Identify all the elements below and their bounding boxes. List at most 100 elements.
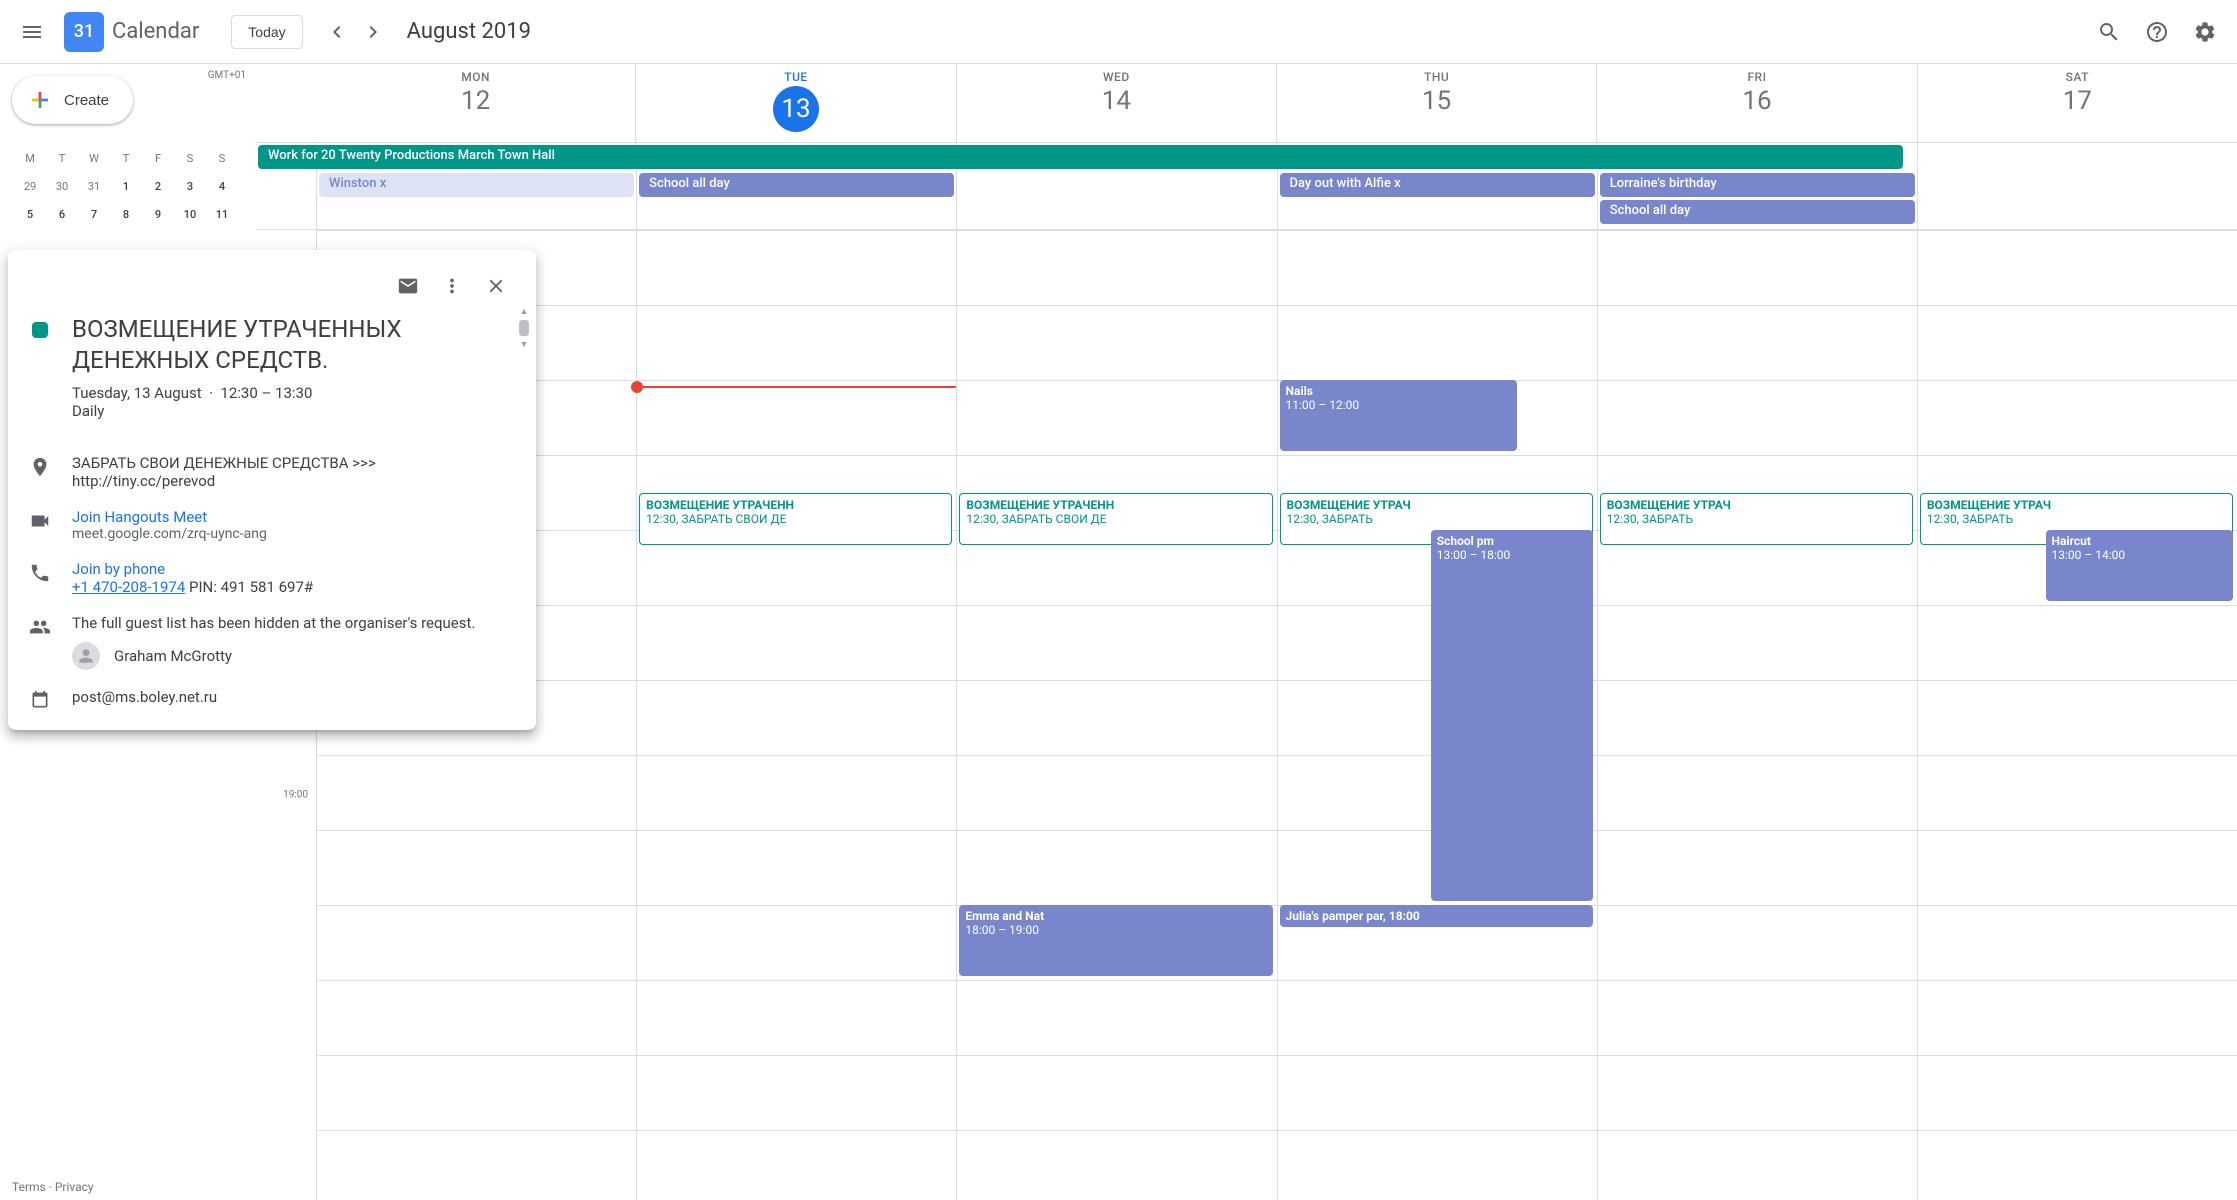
email-guests-button[interactable] [388,266,428,306]
create-button[interactable]: Create [12,76,133,124]
today-button[interactable]: Today [231,15,302,49]
guests-row: The full guest list has been hidden at t… [28,614,516,670]
day-header[interactable]: WED 14 [956,64,1276,142]
day-header[interactable]: SAT17 [1917,64,2237,142]
allday-event[interactable]: School all day [1600,200,1915,224]
calendar-event[interactable]: Haircut13:00 – 14:00 [2046,530,2234,601]
scroll-down-icon: ▼ [520,339,529,350]
help-icon [2145,20,2169,44]
meet-url: meet.google.com/zrq-uync-ang [72,526,516,542]
app-title: Calendar [112,19,199,44]
day-number: 12 [316,86,635,116]
settings-button[interactable] [2181,8,2229,56]
day-headers: MON12TUE13WED 14THU15FRI 16SAT17 [256,64,2237,143]
time-label: 19:00 [283,790,308,801]
day-header[interactable]: TUE13 [635,64,955,142]
calendar-event[interactable]: Nails11:00 – 12:00 [1280,380,1517,451]
now-indicator [637,386,956,388]
current-month-label: August 2019 [407,19,531,44]
options-button[interactable] [432,266,472,306]
calendar-event[interactable]: ВОЗМЕЩЕНИЕ УТРАЧЕНН12:30, ЗАБРАТЬ СВОИ Д… [639,493,952,545]
popup-scrollbar[interactable]: ▲ ▼ [518,306,530,350]
location-text[interactable]: ЗАБРАТЬ СВОИ ДЕНЕЖНЫЕ СРЕДСТВА >>> http:… [72,454,516,490]
allday-event[interactable]: School all day [639,173,954,197]
help-button[interactable] [2133,8,2181,56]
day-column[interactable]: ВОЗМЕЩЕНИЕ УТРАЧ12:30, ЗАБРАТЬ [1597,230,1917,1200]
event-title: ВОЗМЕЩЕНИЕ УТРАЧЕНН [646,498,945,512]
location-row: ЗАБРАТЬ СВОИ ДЕНЕЖНЫЕ СРЕДСТВА >>> http:… [28,454,516,490]
hamburger-icon [20,20,44,44]
calendar-event[interactable]: ВОЗМЕЩЕНИЕ УТРАЧ12:30, ЗАБРАТЬ [1600,493,1913,545]
event-title: ВОЗМЕЩЕНИЕ УТРАЧЕННЫХ ДЕНЕЖНЫХ СРЕДСТВ. [72,314,516,376]
phone-number[interactable]: +1 470-208-1974 [72,578,185,596]
close-icon [485,275,507,297]
calendar-event[interactable]: Emma and Nat18:00 – 19:00 [959,905,1272,976]
event-title: ВОЗМЕЩЕНИЕ УТРАЧ [1927,498,2226,512]
event-title: Emma and Nat [965,909,1266,923]
guest-entry[interactable]: Graham McGrotty [72,642,516,670]
day-number: 14 [957,86,1276,116]
join-phone-link[interactable]: Join by phone [72,560,516,578]
event-subtitle: 12:30, ЗАБРАТЬ [1607,512,1906,526]
event-subtitle: 12:30, ЗАБРАТЬ [1287,512,1586,526]
allday-section: Work for 20 Twenty Productions March Tow… [256,143,2237,230]
day-header[interactable]: FRI 16 [1596,64,1916,142]
day-column[interactable]: ВОЗМЕЩЕНИЕ УТРАЧ12:30, ЗАБРАТЬ Haircut13:… [1917,230,2237,1200]
allday-col-sat[interactable] [1917,143,2237,229]
day-column[interactable]: ВОЗМЕЩЕНИЕ УТРАЧЕНН12:30, ЗАБРАТЬ СВОИ Д… [636,230,956,1200]
day-column[interactable]: ВОЗМЕЩЕНИЕ УТРАЧЕНН12:30, ЗАБРАТЬ СВОИ Д… [956,230,1276,1200]
event-color-indicator [32,322,48,338]
search-button[interactable] [2085,8,2133,56]
allday-event[interactable]: Lorraine's birthday [1600,173,1915,197]
event-title: School pm [1437,534,1587,548]
chevron-right-icon [361,20,385,44]
event-title: ВОЗМЕЩЕНИЕ УТРАЧ [1607,498,1906,512]
avatar [72,642,100,670]
time-grid: 19:00 ВОЗМЕЩЕНИЕ УТРАЧЕНН12:30, ЗАБРАТЬ … [256,230,2237,1200]
guest-name: Graham McGrotty [114,647,232,665]
create-label: Create [64,92,109,109]
prev-button[interactable] [319,14,355,50]
day-header[interactable]: THU15 [1276,64,1596,142]
join-meet-link[interactable]: Join Hangouts Meet [72,508,516,526]
event-subtitle: 13:00 – 18:00 [1437,548,1587,562]
calendar-logo: 31 [64,12,104,52]
phone-icon [29,562,51,584]
event-title: ВОЗМЕЩЕНИЕ УТРАЧЕНН [966,498,1265,512]
day-name: FRI [1597,70,1916,84]
day-column[interactable]: ВОЗМЕЩЕНИЕ УТРАЧ12:30, ЗАБРАТЬNails11:00… [1277,230,1597,1200]
day-number: 16 [1597,86,1916,116]
day-number: 13 [773,86,819,132]
event-subtitle: 12:30, ЗАБРАТЬ СВОИ ДЕ [966,512,1265,526]
day-name: THU [1277,70,1596,84]
calendar-event[interactable]: Julia's pamper par, 18:00 [1280,905,1593,927]
multiday-event[interactable]: Work for 20 Twenty Productions March Tow… [258,145,1903,169]
calendar-event[interactable]: ВОЗМЕЩЕНИЕ УТРАЧЕНН12:30, ЗАБРАТЬ СВОИ Д… [959,493,1272,545]
next-button[interactable] [355,14,391,50]
footer-links[interactable]: Terms · Privacy [12,1180,94,1194]
mini-calendar[interactable]: M T W T F S S 29 30 31 1 2 3 4 5 6 7 [12,144,244,228]
day-name: WED [957,70,1276,84]
calendar-area: GMT+01 MON12TUE13WED14THU15FRI16SAT17 Wo… [256,64,2237,1200]
mini-cal-row: 29 30 31 1 2 3 4 [12,172,244,200]
hamburger-menu-button[interactable] [8,8,56,56]
allday-event[interactable]: Day out with Alfie x [1280,173,1595,197]
search-icon [2097,20,2121,44]
phone-row: Join by phone +1 470-208-1974 PIN: 491 5… [28,560,516,596]
allday-event[interactable]: Winston x [319,173,634,197]
timezone-label: GMT+01 [196,64,256,81]
day-number: 17 [1918,86,2237,116]
event-subtitle: 11:00 – 12:00 [1286,398,1511,412]
phone-pin: PIN: 491 581 697# [189,578,313,596]
mini-cal-row: 5 6 7 8 9 10 11 [12,200,244,228]
day-header[interactable]: MON12 [316,64,635,142]
chevron-left-icon [325,20,349,44]
scroll-up-icon: ▲ [520,306,529,317]
close-button[interactable] [476,266,516,306]
event-datetime: Tuesday, 13 August · 12:30 – 13:30 [72,384,516,402]
calendar-event[interactable]: School pm13:00 – 18:00 [1431,530,1593,901]
event-detail-popup: ▲ ▼ ВОЗМЕЩЕНИЕ УТРАЧЕННЫХ ДЕНЕЖНЫХ СРЕДС… [8,250,536,730]
scroll-thumb[interactable] [519,320,529,336]
event-subtitle: 12:30, ЗАБРАТЬ [1927,512,2226,526]
organizer-row: post@ms.boley.net.ru [28,688,516,710]
